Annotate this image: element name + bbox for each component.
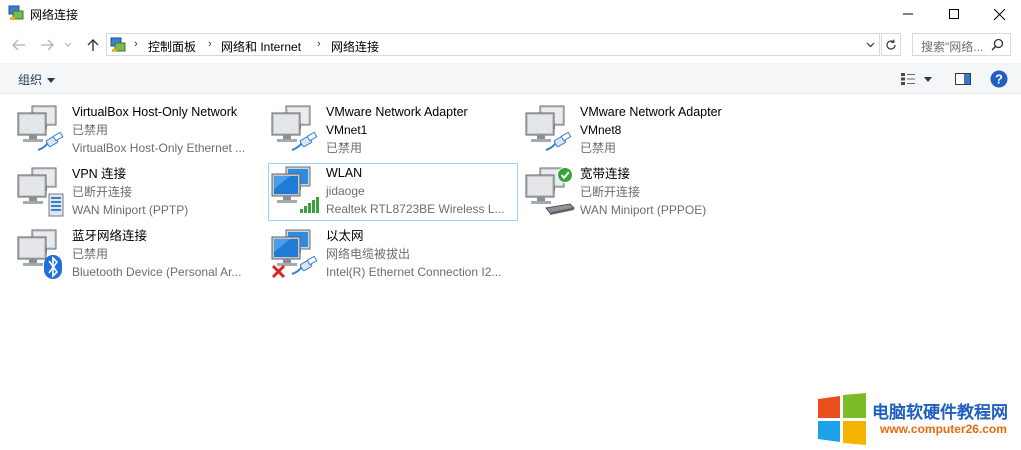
- address-bar[interactable]: › 控制面板 › 网络和 Internet › 网络连接: [106, 33, 880, 56]
- maximize-button[interactable]: [931, 0, 977, 28]
- up-button[interactable]: [84, 36, 102, 54]
- arrow-left-icon: [12, 39, 25, 51]
- connection-item-wlan[interactable]: WLAN jidaoge Realtek RTL8723BE Wireless …: [268, 163, 518, 221]
- connection-status: 已断开连接: [580, 185, 641, 199]
- help-button[interactable]: ?: [989, 69, 1009, 89]
- vpn-adapter-icon: [16, 166, 64, 217]
- bluetooth-adapter-icon: [16, 228, 62, 279]
- connection-name: VMware Network Adapter: [580, 105, 722, 119]
- connection-device: Realtek RTL8723BE Wireless L...: [326, 202, 505, 216]
- connection-device: WAN Miniport (PPTP): [72, 203, 189, 217]
- connection-name: 以太网: [326, 229, 364, 243]
- network-connections-icon: [110, 37, 126, 52]
- organize-menu-button[interactable]: 组织: [18, 71, 56, 88]
- recent-locations-button[interactable]: [62, 36, 74, 54]
- connection-device: Intel(R) Ethernet Connection I2...: [326, 265, 502, 279]
- search-box[interactable]: 搜索"网络...: [912, 33, 1011, 56]
- connection-name: VMware Network Adapter: [326, 105, 468, 119]
- check-icon: [557, 167, 573, 183]
- breadcrumb-separator-icon[interactable]: ›: [317, 38, 321, 50]
- back-button[interactable]: [10, 36, 28, 54]
- refresh-icon: [886, 39, 896, 50]
- command-bar: 组织 ?: [0, 63, 1021, 94]
- help-icon: ?: [990, 70, 1008, 88]
- connection-name: WLAN: [326, 166, 363, 180]
- search-icon[interactable]: [991, 38, 1004, 51]
- connection-item-bluetooth[interactable]: 蓝牙网络连接 已禁用 Bluetooth Device (Personal Ar…: [16, 226, 266, 284]
- connection-name: 蓝牙网络连接: [72, 229, 148, 243]
- title-bar: 网络连接: [0, 0, 1021, 28]
- connection-item-vmnet8[interactable]: VMware Network Adapter VMnet8 已禁用: [524, 102, 774, 160]
- search-placeholder: 搜索"网络...: [921, 40, 984, 54]
- organize-label: 组织: [18, 73, 43, 87]
- svg-text:?: ?: [995, 72, 1003, 87]
- connection-item-broadband[interactable]: 宽带连接 已断开连接 WAN Miniport (PPPOE): [524, 164, 774, 222]
- breadcrumb-separator-icon[interactable]: ›: [208, 38, 212, 50]
- maximize-icon: [949, 9, 959, 19]
- office-logo-icon: [818, 393, 866, 445]
- view-tiles-icon: [901, 73, 915, 85]
- wired-adapter-icon: [524, 104, 572, 151]
- error-x-icon: [271, 264, 286, 279]
- server-icon: [48, 193, 64, 217]
- window-title: 网络连接: [30, 8, 79, 22]
- refresh-button[interactable]: [881, 33, 901, 56]
- chevron-down-icon: [866, 42, 874, 48]
- broadband-adapter-icon: [524, 167, 576, 215]
- minimize-button[interactable]: [885, 0, 931, 28]
- connection-item-virtualbox[interactable]: VirtualBox Host-Only Network 已禁用 Virtual…: [16, 102, 266, 160]
- connection-item-vmnet1[interactable]: VMware Network Adapter VMnet1 已禁用: [270, 102, 520, 160]
- breadcrumb-network-internet[interactable]: 网络和 Internet: [221, 38, 301, 55]
- view-options-button[interactable]: [920, 69, 936, 89]
- connection-device: VirtualBox Host-Only Ethernet ...: [72, 141, 246, 155]
- connection-name: 宽带连接: [580, 167, 631, 181]
- watermark: 电脑软硬件教程网 www.computer26.com: [816, 393, 1016, 445]
- signal-bars-icon: [300, 197, 319, 213]
- network-connections-icon: [8, 5, 24, 20]
- preview-pane-icon: [955, 73, 971, 85]
- connection-status: 已禁用: [326, 141, 363, 155]
- wired-adapter-icon: [270, 104, 318, 151]
- connection-status: 已断开连接: [72, 185, 133, 199]
- watermark-site-name: 电脑软硬件教程网: [872, 403, 1008, 422]
- connection-subname: VMnet8: [580, 123, 622, 137]
- arrow-right-icon: [41, 39, 54, 51]
- connection-item-ethernet[interactable]: 以太网 网络电缆被拔出 Intel(R) Ethernet Connection…: [270, 226, 520, 284]
- modem-icon: [545, 203, 576, 215]
- breadcrumb-separator-icon[interactable]: ›: [134, 38, 138, 50]
- forward-button[interactable]: [38, 36, 56, 54]
- connection-status: 已禁用: [72, 247, 109, 261]
- wired-adapter-icon: [16, 104, 64, 151]
- arrow-up-icon: [87, 39, 99, 51]
- connection-status: 已禁用: [580, 141, 617, 155]
- close-button[interactable]: [976, 0, 1021, 28]
- connection-ssid: jidaoge: [326, 184, 365, 198]
- connection-status: 网络电缆被拔出: [326, 247, 411, 261]
- address-history-button[interactable]: [863, 37, 877, 53]
- change-view-button[interactable]: [898, 69, 918, 89]
- caret-down-icon: [924, 76, 932, 82]
- connection-device: WAN Miniport (PPPOE): [580, 203, 707, 217]
- preview-pane-button[interactable]: [953, 69, 973, 89]
- connection-subname: VMnet1: [326, 123, 368, 137]
- connection-status: 已禁用: [72, 123, 109, 137]
- watermark-url: www.computer26.com: [880, 422, 1007, 436]
- connection-device: Bluetooth Device (Personal Ar...: [72, 265, 242, 279]
- chevron-down-icon: [64, 42, 72, 47]
- minimize-icon: [903, 13, 913, 15]
- connection-name: VPN 连接: [72, 167, 127, 181]
- connection-name: VirtualBox Host-Only Network: [72, 105, 238, 119]
- close-icon: [993, 8, 1005, 20]
- wifi-adapter-icon: [270, 165, 319, 213]
- connection-item-vpn[interactable]: VPN 连接 已断开连接 WAN Miniport (PPTP): [16, 164, 266, 222]
- breadcrumb-control-panel[interactable]: 控制面板: [148, 38, 196, 55]
- bluetooth-icon: [44, 255, 62, 279]
- ethernet-adapter-icon: [270, 228, 318, 279]
- breadcrumb-network-connections[interactable]: 网络连接: [331, 38, 379, 55]
- caret-down-icon: [47, 78, 56, 84]
